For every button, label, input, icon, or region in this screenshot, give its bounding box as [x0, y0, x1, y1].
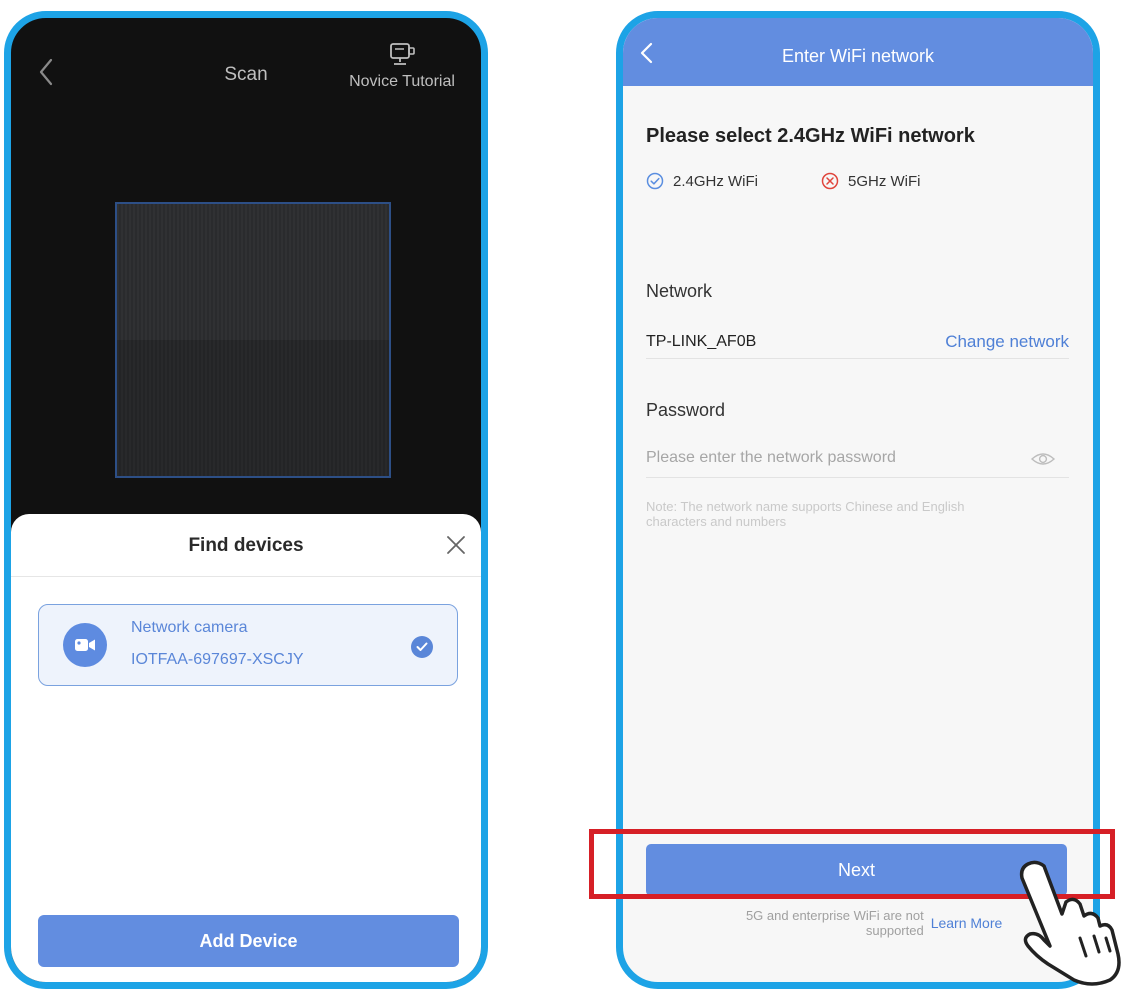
change-network-link[interactable]: Change network — [945, 332, 1069, 352]
video-camera-icon — [63, 623, 107, 667]
password-input[interactable] — [646, 449, 1006, 467]
network-divider — [646, 358, 1069, 359]
learn-more-link[interactable]: Learn More — [931, 915, 1003, 931]
password-label: Password — [646, 400, 726, 420]
device-id: IOTFAA-697697-XSCJY — [131, 651, 304, 668]
header-title: Enter WiFi network — [781, 46, 935, 66]
check-circle-icon[interactable] — [411, 636, 433, 658]
footer-note: 5G and enterprise WiFi are not supported — [745, 908, 924, 938]
wifi-unsupported-label: 5GHz WiFi — [848, 172, 921, 190]
wifi-supported-indicator: 2.4GHz WiFi — [646, 172, 758, 190]
device-card[interactable]: Network camera IOTFAA-697697-XSCJY — [38, 604, 458, 686]
novice-tutorial-label: Novice Tutorial — [349, 73, 455, 90]
add-device-button[interactable]: Add Device — [38, 915, 459, 967]
device-name: Network camera — [131, 619, 248, 636]
x-circle-outline-icon — [821, 172, 839, 190]
network-label: Network — [646, 281, 713, 301]
password-divider — [646, 477, 1069, 478]
wifi-supported-label: 2.4GHz WiFi — [673, 172, 759, 190]
tap-hand-icon — [1019, 860, 1121, 986]
scan-screen: Scan Novice Tutorial Find devices Networ… — [4, 11, 488, 989]
eye-icon[interactable] — [1030, 451, 1056, 467]
page-heading: Please select 2.4GHz WiFi network — [646, 125, 975, 147]
find-devices-sheet: Find devices Network camera IOTFAA-69769… — [11, 514, 481, 982]
network-note: Note: The network name supports Chinese … — [646, 499, 965, 529]
sheet-title: Find devices — [188, 535, 304, 556]
close-icon[interactable] — [445, 534, 467, 556]
scan-viewfinder — [115, 202, 391, 478]
check-circle-outline-icon — [646, 172, 664, 190]
divider — [11, 576, 481, 577]
monitor-icon — [390, 43, 415, 65]
header-bar: Enter WiFi network — [623, 18, 1093, 86]
wifi-unsupported-indicator: 5GHz WiFi — [821, 172, 921, 190]
novice-tutorial-button[interactable]: Novice Tutorial — [337, 42, 467, 91]
network-value: TP-LINK_AF0B — [646, 333, 757, 350]
